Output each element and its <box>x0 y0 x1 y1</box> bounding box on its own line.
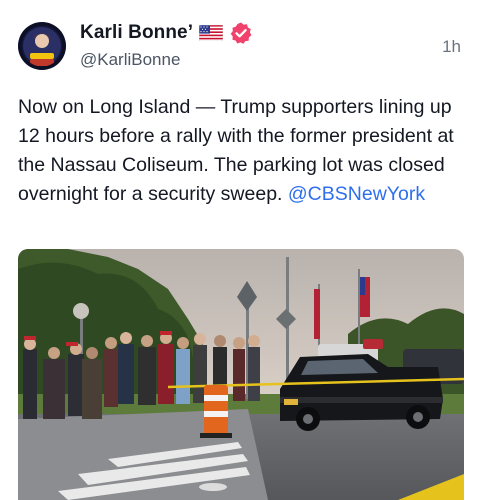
mention-link[interactable]: @CBSNewYork <box>288 183 425 205</box>
us-flag-icon <box>198 24 224 42</box>
avatar-image <box>18 22 66 70</box>
author-display-name[interactable]: Karli Bonne’ <box>80 22 193 44</box>
post-photo[interactable] <box>18 249 464 500</box>
rally-photo <box>18 249 464 500</box>
author-name-row: Karli Bonne’ <box>80 20 253 46</box>
post-text: Now on Long Island — Trump supporters li… <box>18 93 470 209</box>
verified-badge-icon[interactable] <box>229 21 253 45</box>
author-handle[interactable]: @KarliBonne <box>80 50 180 70</box>
author-avatar[interactable] <box>18 22 66 70</box>
post-card[interactable]: Karli Bonne’ @KarliBonne 1h Now on Long … <box>0 0 483 500</box>
post-timestamp[interactable]: 1h <box>442 37 461 57</box>
